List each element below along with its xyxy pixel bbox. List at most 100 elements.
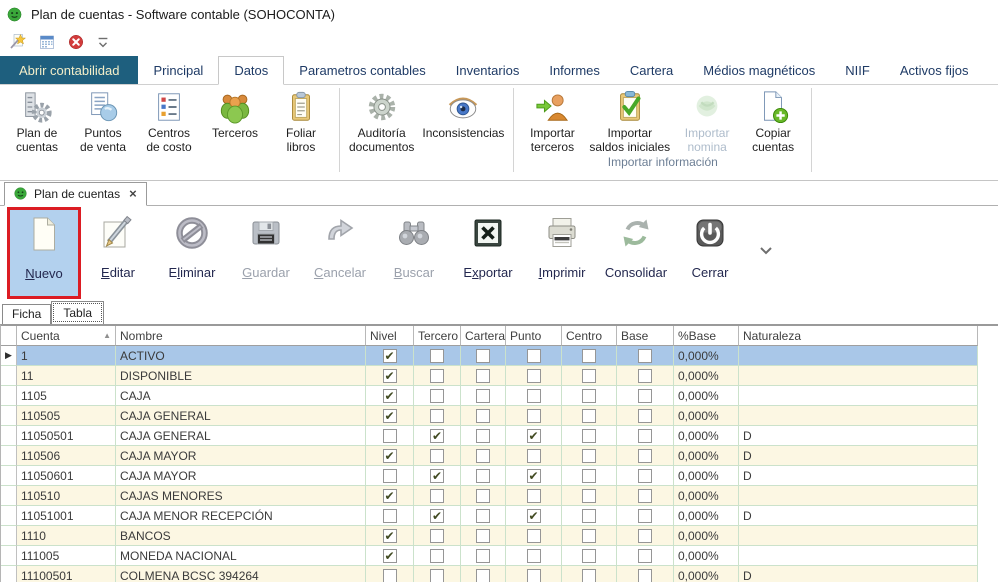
- cancelar-button[interactable]: Cancelar: [303, 206, 377, 298]
- cell-tercero[interactable]: ✔: [414, 426, 461, 446]
- grid-row-1105[interactable]: 1105CAJA✔0,000%: [1, 386, 998, 406]
- grid-row-11[interactable]: 11DISPONIBLE✔0,000%: [1, 366, 998, 386]
- column-header-punto[interactable]: Punto: [506, 326, 562, 346]
- cell-cartera[interactable]: [461, 486, 506, 506]
- checkbox-tercero[interactable]: [430, 369, 444, 383]
- ribbon-item-foliar-libros[interactable]: Foliarlibros: [268, 85, 334, 154]
- cell-tercero[interactable]: [414, 526, 461, 546]
- cell-nivel[interactable]: ✔: [366, 386, 414, 406]
- ribbon-item-puntos-de-venta[interactable]: Puntosde venta: [70, 85, 136, 154]
- buscar-button[interactable]: Buscar: [377, 206, 451, 298]
- cell-pbase[interactable]: 0,000%: [674, 386, 739, 406]
- cell-punto[interactable]: [506, 526, 562, 546]
- grid-row-11051001[interactable]: 11051001CAJA MENOR RECEPCIÓN✔✔0,000%D: [1, 506, 998, 526]
- cell-base[interactable]: [617, 486, 674, 506]
- cell-punto[interactable]: [506, 406, 562, 426]
- cell-pbase[interactable]: 0,000%: [674, 566, 739, 582]
- cell-pbase[interactable]: 0,000%: [674, 446, 739, 466]
- cell-nivel[interactable]: ✔: [366, 366, 414, 386]
- cell-punto[interactable]: [506, 446, 562, 466]
- checkbox-tercero[interactable]: [430, 489, 444, 503]
- checkbox-punto[interactable]: [527, 449, 541, 463]
- checkbox-nivel[interactable]: [383, 509, 397, 523]
- cell-nombre[interactable]: CAJA MAYOR: [116, 446, 366, 466]
- cell-cuenta[interactable]: 110506: [17, 446, 116, 466]
- checkbox-nivel[interactable]: ✔: [383, 349, 397, 363]
- cell-naturaleza[interactable]: [739, 546, 978, 566]
- cell-tercero[interactable]: [414, 446, 461, 466]
- ribbon-item-terceros[interactable]: Terceros: [202, 85, 268, 140]
- cell-nombre[interactable]: CAJA: [116, 386, 366, 406]
- cell-tercero[interactable]: [414, 546, 461, 566]
- imprimir-button[interactable]: Imprimir: [525, 206, 599, 298]
- cell-cuenta[interactable]: 1: [17, 346, 116, 366]
- cell-cuenta[interactable]: 11050501: [17, 426, 116, 446]
- cell-nivel[interactable]: ✔: [366, 346, 414, 366]
- checkbox-punto[interactable]: ✔: [527, 509, 541, 523]
- column-header-tercero[interactable]: Tercero: [414, 326, 461, 346]
- cell-naturaleza[interactable]: D: [739, 466, 978, 486]
- checkbox-cartera[interactable]: [476, 389, 490, 403]
- cell-nivel[interactable]: [366, 426, 414, 446]
- checkbox-centro[interactable]: [582, 569, 596, 582]
- checkbox-cartera[interactable]: [476, 449, 490, 463]
- cell-tercero[interactable]: ✔: [414, 506, 461, 526]
- cell-pbase[interactable]: 0,000%: [674, 506, 739, 526]
- checkbox-punto[interactable]: [527, 529, 541, 543]
- cell-base[interactable]: [617, 566, 674, 582]
- cell-nivel[interactable]: [366, 506, 414, 526]
- checkbox-centro[interactable]: [582, 389, 596, 403]
- cell-nivel[interactable]: [366, 466, 414, 486]
- cell-centro[interactable]: [562, 526, 617, 546]
- ribbon-item-importar-terceros[interactable]: Importarterceros: [519, 85, 585, 154]
- ribbon-item-plan-de-cuentas[interactable]: Plan decuentas: [4, 85, 70, 154]
- cell-cuenta[interactable]: 111005: [17, 546, 116, 566]
- checkbox-punto[interactable]: [527, 369, 541, 383]
- checkbox-centro[interactable]: [582, 429, 596, 443]
- cell-nivel[interactable]: ✔: [366, 486, 414, 506]
- checkbox-cartera[interactable]: [476, 549, 490, 563]
- checkbox-base[interactable]: [638, 369, 652, 383]
- cell-cuenta[interactable]: 11050601: [17, 466, 116, 486]
- cell-cuenta[interactable]: 1110: [17, 526, 116, 546]
- cell-naturaleza[interactable]: [739, 346, 978, 366]
- ribbon-item-auditoria-documentos[interactable]: Auditoríadocumentos: [345, 85, 418, 154]
- cell-centro[interactable]: [562, 366, 617, 386]
- cell-cartera[interactable]: [461, 466, 506, 486]
- cell-naturaleza[interactable]: [739, 366, 978, 386]
- checkbox-punto[interactable]: [527, 389, 541, 403]
- cell-base[interactable]: [617, 546, 674, 566]
- cell-nivel[interactable]: ✔: [366, 406, 414, 426]
- cell-base[interactable]: [617, 506, 674, 526]
- guardar-button[interactable]: Guardar: [229, 206, 303, 298]
- cell-centro[interactable]: [562, 346, 617, 366]
- checkbox-punto[interactable]: [527, 569, 541, 582]
- grid-row-110510[interactable]: 110510CAJAS MENORES✔0,000%: [1, 486, 998, 506]
- checkbox-cartera[interactable]: [476, 529, 490, 543]
- cell-naturaleza[interactable]: D: [739, 446, 978, 466]
- checkbox-nivel[interactable]: ✔: [383, 449, 397, 463]
- checkbox-punto[interactable]: ✔: [527, 469, 541, 483]
- checkbox-tercero[interactable]: [430, 409, 444, 423]
- document-tab-plan-de-cuentas[interactable]: Plan de cuentas ×: [4, 182, 147, 206]
- tab-tabla[interactable]: Tabla: [51, 301, 104, 324]
- checkbox-punto[interactable]: ✔: [527, 429, 541, 443]
- close-red-icon[interactable]: [67, 33, 85, 51]
- checkbox-tercero[interactable]: [430, 549, 444, 563]
- ribbon-item-inconsistencias[interactable]: Inconsistencias: [418, 85, 508, 140]
- cell-pbase[interactable]: 0,000%: [674, 366, 739, 386]
- checkbox-centro[interactable]: [582, 529, 596, 543]
- exportar-button[interactable]: Exportar: [451, 206, 525, 298]
- ribbon-tab-activos-fijos[interactable]: Activos fijos: [885, 56, 984, 84]
- checkbox-centro[interactable]: [582, 549, 596, 563]
- checkbox-centro[interactable]: [582, 449, 596, 463]
- checkbox-cartera[interactable]: [476, 509, 490, 523]
- cell-base[interactable]: [617, 406, 674, 426]
- checkbox-tercero[interactable]: ✔: [430, 429, 444, 443]
- ribbon-tab-parametros-contables[interactable]: Parametros contables: [284, 56, 440, 84]
- checkbox-punto[interactable]: [527, 549, 541, 563]
- checkbox-base[interactable]: [638, 489, 652, 503]
- checkbox-nivel[interactable]: ✔: [383, 409, 397, 423]
- cell-pbase[interactable]: 0,000%: [674, 546, 739, 566]
- checkbox-cartera[interactable]: [476, 569, 490, 582]
